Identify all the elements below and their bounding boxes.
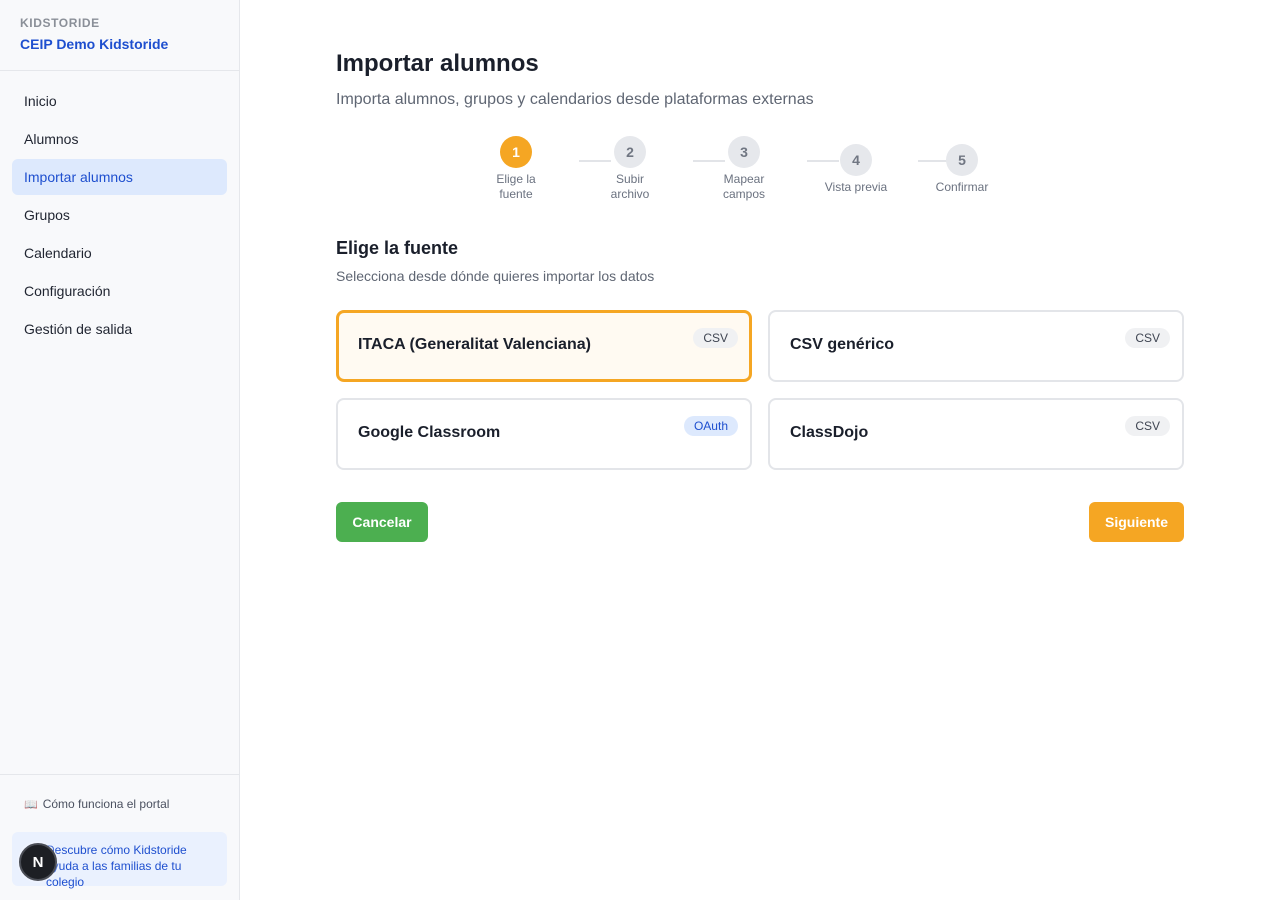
format-badge: CSV: [1125, 328, 1170, 348]
sidebar-footer: 📖 Cómo funciona el portal Descubre cómo …: [0, 774, 239, 900]
sidebar-item-importar-alumnos[interactable]: Importar alumnos: [12, 159, 227, 195]
step-3-label: Mapear campos: [722, 172, 766, 201]
format-badge: OAuth: [683, 416, 738, 436]
source-card-title: ITACA (Generalitat Valenciana): [358, 336, 591, 353]
step-3-circle: 3: [728, 136, 760, 168]
sidebar-item-alumnos[interactable]: Alumnos: [12, 121, 227, 157]
source-card-title: ClassDojo: [790, 424, 869, 441]
sidebar-item-inicio[interactable]: Inicio: [12, 83, 227, 119]
help-link[interactable]: 📖 Cómo funciona el portal: [24, 797, 169, 811]
step-1: 1 Elige la fuente: [471, 136, 561, 202]
step-1-label: Elige la fuente: [496, 172, 536, 201]
step-4-circle: 4: [840, 144, 872, 176]
next-button[interactable]: Siguiente: [1089, 502, 1184, 542]
page-title: Importar alumnos: [336, 50, 539, 77]
sidebar-item-gestion-de-salida[interactable]: Gestión de salida: [12, 311, 227, 347]
step-2-circle: 2: [614, 136, 646, 168]
help-link-label: Cómo funciona el portal: [42, 797, 170, 811]
step-2-label: Subir archivo: [610, 172, 650, 201]
brand-eyebrow: KIDSTORIDE: [20, 16, 100, 30]
sidebar-item-grupos[interactable]: Grupos: [12, 197, 227, 233]
section-title: Elige la fuente: [336, 238, 459, 258]
sidebar: KIDSTORIDE CEIP Demo Kidstoride Inicio A…: [0, 0, 240, 900]
source-card-google-classroom[interactable]: Google Classroom OAuth: [336, 398, 752, 470]
format-badge: CSV: [693, 328, 738, 348]
page-subtitle: Importa alumnos, grupos y calendarios de…: [336, 91, 814, 108]
avatar[interactable]: N: [19, 843, 57, 881]
step-4: 4 Vista previa: [811, 144, 901, 195]
sidebar-nav: Inicio Alumnos Importar alumnos Grupos C…: [0, 71, 239, 347]
step-5: 5 Confirmar: [917, 144, 1007, 195]
step-5-label: Confirmar: [935, 180, 989, 194]
import-stepper: 1 Elige la fuente 2 Subir archivo 3 Mape…: [496, 136, 1032, 206]
source-card-title: CSV genérico: [790, 336, 895, 353]
source-card-title: Google Classroom: [358, 424, 501, 441]
source-card-csv-generico[interactable]: CSV genérico CSV: [768, 310, 1184, 382]
sidebar-item-configuracion[interactable]: Configuración: [12, 273, 227, 309]
step-1-circle: 1: [500, 136, 532, 168]
source-card-classdojo[interactable]: ClassDojo CSV: [768, 398, 1184, 470]
cancel-button[interactable]: Cancelar: [336, 502, 428, 542]
step-5-circle: 5: [946, 144, 978, 176]
school-name[interactable]: CEIP Demo Kidstoride: [20, 36, 219, 52]
section-subtitle: Selecciona desde dónde quieres importar …: [336, 268, 655, 284]
step-2: 2 Subir archivo: [585, 136, 675, 202]
step-3: 3 Mapear campos: [699, 136, 789, 202]
sidebar-item-calendario[interactable]: Calendario: [12, 235, 227, 271]
source-card-itaca[interactable]: ITACA (Generalitat Valenciana) CSV: [336, 310, 752, 382]
book-icon: 📖: [24, 798, 38, 811]
format-badge: CSV: [1125, 416, 1170, 436]
brand-header: KIDSTORIDE CEIP Demo Kidstoride: [0, 0, 239, 71]
step-4-label: Vista previa: [824, 180, 888, 194]
